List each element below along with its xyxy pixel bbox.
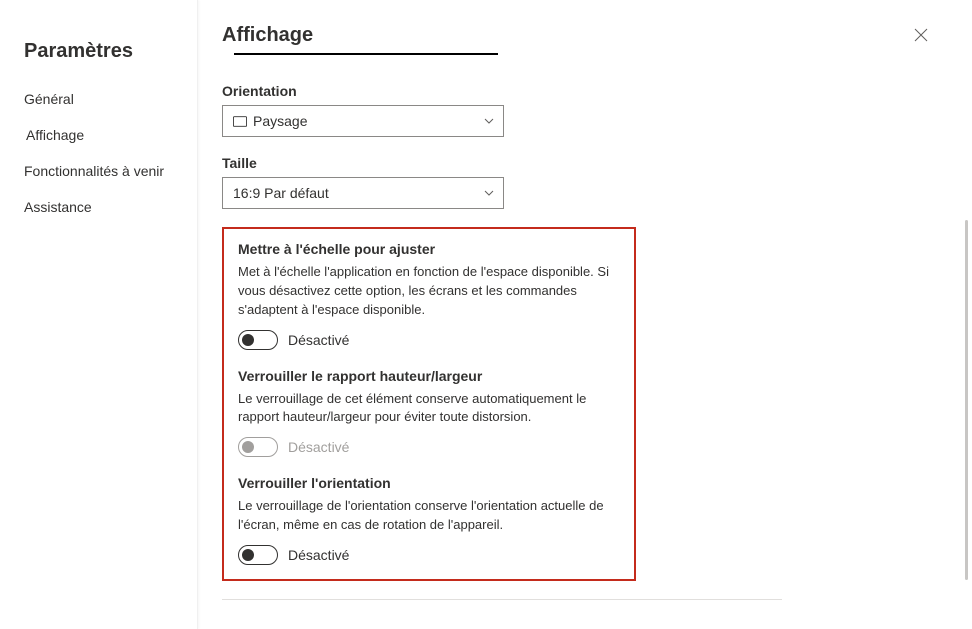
scale-toggle[interactable] <box>238 330 278 350</box>
size-value: 16:9 Par défaut <box>233 185 329 201</box>
chevron-down-icon <box>483 187 495 199</box>
orientation-value: Paysage <box>253 113 307 129</box>
divider <box>222 599 782 600</box>
size-section: Taille 16:9 Par défaut <box>222 155 932 209</box>
orientation-section: Orientation Paysage <box>222 83 932 137</box>
sidebar-title: Paramètres <box>0 24 197 81</box>
lock-ratio-title: Verrouiller le rapport hauteur/largeur <box>238 368 620 384</box>
orientation-select[interactable]: Paysage <box>222 105 504 137</box>
sidebar-item-display[interactable]: Affichage <box>0 117 197 153</box>
settings-sidebar: Paramètres Général Affichage Fonctionnal… <box>0 0 198 629</box>
sidebar-item-upcoming[interactable]: Fonctionnalités à venir <box>0 153 197 189</box>
header-underline <box>234 53 498 55</box>
landscape-icon <box>233 116 247 127</box>
close-button[interactable] <box>910 24 932 51</box>
scale-desc: Met à l'échelle l'application en fonctio… <box>238 263 618 320</box>
lock-orientation-desc: Le verrouillage de l'orientation conserv… <box>238 497 618 535</box>
orientation-label: Orientation <box>222 83 932 99</box>
scale-to-fit-group: Mettre à l'échelle pour ajuster Met à l'… <box>238 241 620 350</box>
size-label: Taille <box>222 155 932 171</box>
lock-orientation-title: Verrouiller l'orientation <box>238 475 620 491</box>
lock-orientation-group: Verrouiller l'orientation Le verrouillag… <box>238 475 620 565</box>
lock-ratio-toggle <box>238 437 278 457</box>
page-title: Affichage <box>222 24 313 47</box>
scrollbar[interactable] <box>965 220 968 580</box>
lock-ratio-group: Verrouiller le rapport hauteur/largeur L… <box>238 368 620 458</box>
lock-orientation-toggle[interactable] <box>238 545 278 565</box>
close-icon <box>914 28 928 42</box>
lock-orientation-state: Désactivé <box>288 547 349 563</box>
lock-ratio-desc: Le verrouillage de cet élément conserve … <box>238 390 618 428</box>
lock-ratio-state: Désactivé <box>288 439 349 455</box>
highlighted-options-box: Mettre à l'échelle pour ajuster Met à l'… <box>222 227 636 581</box>
sidebar-item-support[interactable]: Assistance <box>0 189 197 225</box>
chevron-down-icon <box>483 115 495 127</box>
size-select[interactable]: 16:9 Par défaut <box>222 177 504 209</box>
scale-state: Désactivé <box>288 332 349 348</box>
sidebar-item-general[interactable]: Général <box>0 81 197 117</box>
main-panel: Affichage Orientation Paysage Ta <box>198 0 972 629</box>
scale-title: Mettre à l'échelle pour ajuster <box>238 241 620 257</box>
